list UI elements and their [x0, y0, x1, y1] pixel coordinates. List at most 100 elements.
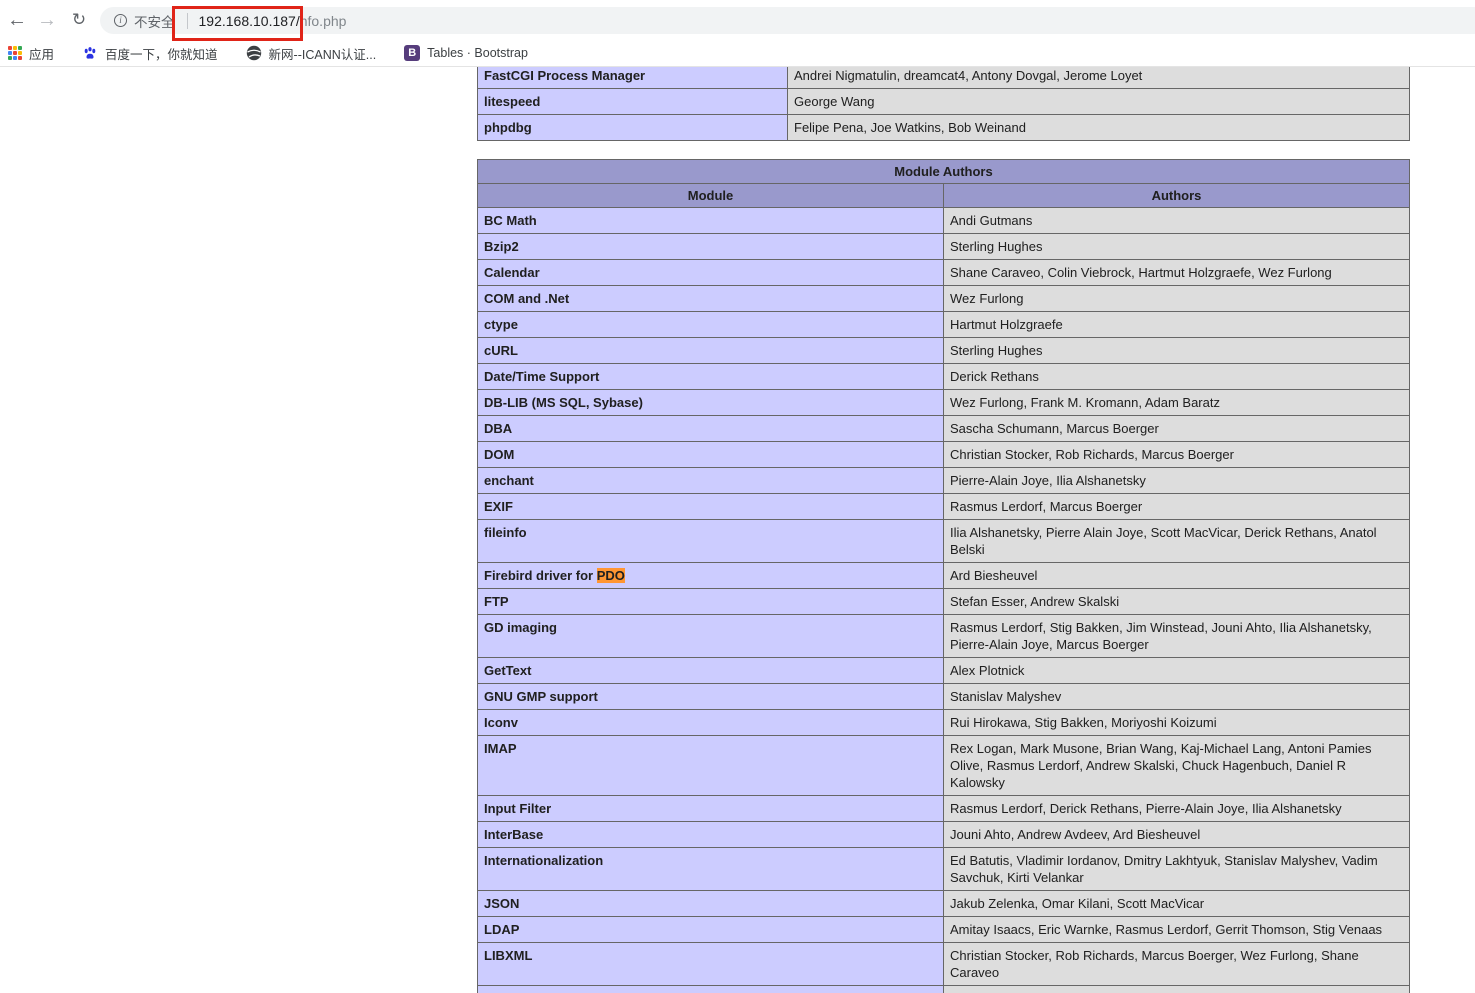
authors-cell: Andi Gutmans [943, 207, 1410, 234]
authors-cell: Ard Biesheuvel [943, 562, 1410, 589]
module-cell: IMAP [477, 735, 944, 796]
authors-cell: Tsukada Takuya, Rui Hirokawa [943, 985, 1410, 993]
table-row: DB-LIB (MS SQL, Sybase) Wez Furlong, Fran… [477, 389, 1410, 416]
table-row: fileinfo Ilia Alshanetsky, Pierre Alain J… [477, 519, 1410, 563]
table-row: COM and .Net Wez Furlong [477, 285, 1410, 312]
authors-cell: Ilia Alshanetsky, Pierre Alain Joye, Sco… [943, 519, 1410, 563]
address-bar[interactable]: i 不安全 192.168.10.187/nfo.php [100, 7, 1475, 34]
reload-button[interactable]: ↻ [66, 7, 92, 33]
module-cell: BC Math [477, 207, 944, 234]
module-cell: litespeed [477, 88, 788, 115]
url-domain: 192.168.10.187/ [198, 12, 300, 29]
globe-icon [246, 45, 261, 61]
module-cell: Input Filter [477, 795, 944, 822]
module-cell: Bzip2 [477, 233, 944, 260]
module-cell: JSON [477, 890, 944, 917]
forward-button[interactable]: → [34, 7, 60, 33]
chip-divider [186, 12, 188, 29]
table-row: cURL Sterling Hughes [477, 337, 1410, 364]
table-row: Bzip2 Sterling Hughes [477, 233, 1410, 260]
bookmarks-bar: 应用 百度一下，你就知道 新网--ICANN认证... B Tables · B… [0, 40, 1475, 67]
table-row: GD imaging Rasmus Lerdorf, Stig Bakken, J… [477, 614, 1410, 658]
authors-cell: Stefan Esser, Andrew Skalski [943, 588, 1410, 615]
baidu-paw-icon [82, 45, 99, 61]
module-cell: Firebird driver for PDO [477, 562, 944, 589]
bookmark-label: Tables · Bootstrap [427, 46, 528, 60]
table-row: FastCGI Process Manager Andrei Nigmatulin… [477, 67, 1410, 89]
table-row: Date/Time Support Derick Rethans [477, 363, 1410, 390]
table-row: FTP Stefan Esser, Andrew Skalski [477, 588, 1410, 615]
bookmark-apps[interactable]: 应用 [8, 44, 54, 63]
module-cell: DB-LIB (MS SQL, Sybase) [477, 389, 944, 416]
table-row: DOM Christian Stocker, Rob Richards, Marc… [477, 441, 1410, 468]
info-icon[interactable]: i [114, 14, 127, 27]
table-row: EXIF Rasmus Lerdorf, Marcus Boerger [477, 493, 1410, 520]
authors-cell: Wez Furlong [943, 285, 1410, 312]
page-content: FastCGI Process Manager Andrei Nigmatulin… [0, 67, 1475, 993]
module-cell: EXIF [477, 493, 944, 520]
module-authors-table: Module Authors Module Authors BC Math And… [477, 159, 1410, 993]
table-row: DBA Sascha Schumann, Marcus Boerger [477, 415, 1410, 442]
table-row: enchant Pierre-Alain Joye, Ilia Alshanets… [477, 467, 1410, 494]
table-row: Internationalization Ed Batutis, Vladimir… [477, 847, 1410, 891]
authors-cell: Sterling Hughes [943, 337, 1410, 364]
authors-cell: Rasmus Lerdorf, Derick Rethans, Pierre-A… [943, 795, 1410, 822]
table-row: LDAP Amitay Isaacs, Eric Warnke, Rasmus L… [477, 916, 1410, 943]
authors-cell: Christian Stocker, Rob Richards, Marcus … [943, 942, 1410, 986]
module-cell: Iconv [477, 709, 944, 736]
authors-cell: Derick Rethans [943, 363, 1410, 390]
module-cell: FTP [477, 588, 944, 615]
module-cell: LIBXML [477, 942, 944, 986]
module-cell: COM and .Net [477, 285, 944, 312]
module-cell: Multibyte String Functions [477, 985, 944, 993]
back-button[interactable]: ← [4, 7, 30, 33]
sapi-authors-table: FastCGI Process Manager Andrei Nigmatulin… [477, 67, 1410, 141]
authors-cell: George Wang [787, 88, 1410, 115]
bookmark-baidu[interactable]: 百度一下，你就知道 [82, 44, 218, 63]
bookmark-label: 应用 [29, 47, 55, 62]
table-row: Multibyte String FunctionsTsukada Takuya… [477, 985, 1410, 993]
authors-cell: Shane Caraveo, Colin Viebrock, Hartmut H… [943, 259, 1410, 286]
authors-cell: Christian Stocker, Rob Richards, Marcus … [943, 441, 1410, 468]
table-title: Module Authors [477, 159, 1410, 184]
authors-cell: Rasmus Lerdorf, Stig Bakken, Jim Winstea… [943, 614, 1410, 658]
table-row: GNU GMP support Stanislav Malyshev [477, 683, 1410, 710]
url-path: nfo.php [299, 12, 347, 29]
authors-cell: Ed Batutis, Vladimir Iordanov, Dmitry La… [943, 847, 1410, 891]
module-cell: Date/Time Support [477, 363, 944, 390]
table-row: BC Math Andi Gutmans [477, 207, 1410, 234]
url-text[interactable]: 192.168.10.187/nfo.php [199, 13, 347, 29]
authors-cell: Sterling Hughes [943, 233, 1410, 260]
browser-window: ← → ↻ i 不安全 192.168.10.187/nfo.php 应用 百度… [0, 0, 1475, 993]
not-secure-label[interactable]: 不安全 [134, 11, 175, 31]
authors-cell: Andrei Nigmatulin, dreamcat4, Antony Dov… [787, 67, 1410, 89]
bookmark-bootstrap[interactable]: B Tables · Bootstrap [404, 45, 528, 61]
authors-cell: Pierre-Alain Joye, Ilia Alshanetsky [943, 467, 1410, 494]
authors-cell: Rasmus Lerdorf, Marcus Boerger [943, 493, 1410, 520]
table-row: Input Filter Rasmus Lerdorf, Derick Retha… [477, 795, 1410, 822]
authors-cell: Rui Hirokawa, Stig Bakken, Moriyoshi Koi… [943, 709, 1410, 736]
module-cell: DBA [477, 415, 944, 442]
authors-cell: Stanislav Malyshev [943, 683, 1410, 710]
authors-cell: Amitay Isaacs, Eric Warnke, Rasmus Lerdo… [943, 916, 1410, 943]
column-header-module: Module [477, 183, 944, 208]
table-row: phpdbg Felipe Pena, Joe Watkins, Bob Wein… [477, 114, 1410, 141]
bookmark-xinnet[interactable]: 新网--ICANN认证... [246, 44, 376, 63]
table-row: Calendar Shane Caraveo, Colin Viebrock, H… [477, 259, 1410, 286]
column-header-authors: Authors [943, 183, 1410, 208]
authors-cell: Hartmut Holzgraefe [943, 311, 1410, 338]
table-row: IMAP Rex Logan, Mark Musone, Brian Wang, … [477, 735, 1410, 796]
module-cell: LDAP [477, 916, 944, 943]
apps-grid-icon [8, 46, 22, 60]
module-cell: InterBase [477, 821, 944, 848]
authors-cell: Jakub Zelenka, Omar Kilani, Scott MacVic… [943, 890, 1410, 917]
module-cell: DOM [477, 441, 944, 468]
module-cell: cURL [477, 337, 944, 364]
table-row: InterBase Jouni Ahto, Andrew Avdeev, Ard … [477, 821, 1410, 848]
module-cell: phpdbg [477, 114, 788, 141]
module-cell: enchant [477, 467, 944, 494]
phpinfo-tables: FastCGI Process Manager Andrei Nigmatulin… [477, 67, 1410, 993]
table-row: ctype Hartmut Holzgraefe [477, 311, 1410, 338]
table-row: LIBXML Christian Stocker, Rob Richards, M… [477, 942, 1410, 986]
authors-cell: Rex Logan, Mark Musone, Brian Wang, Kaj-… [943, 735, 1410, 796]
